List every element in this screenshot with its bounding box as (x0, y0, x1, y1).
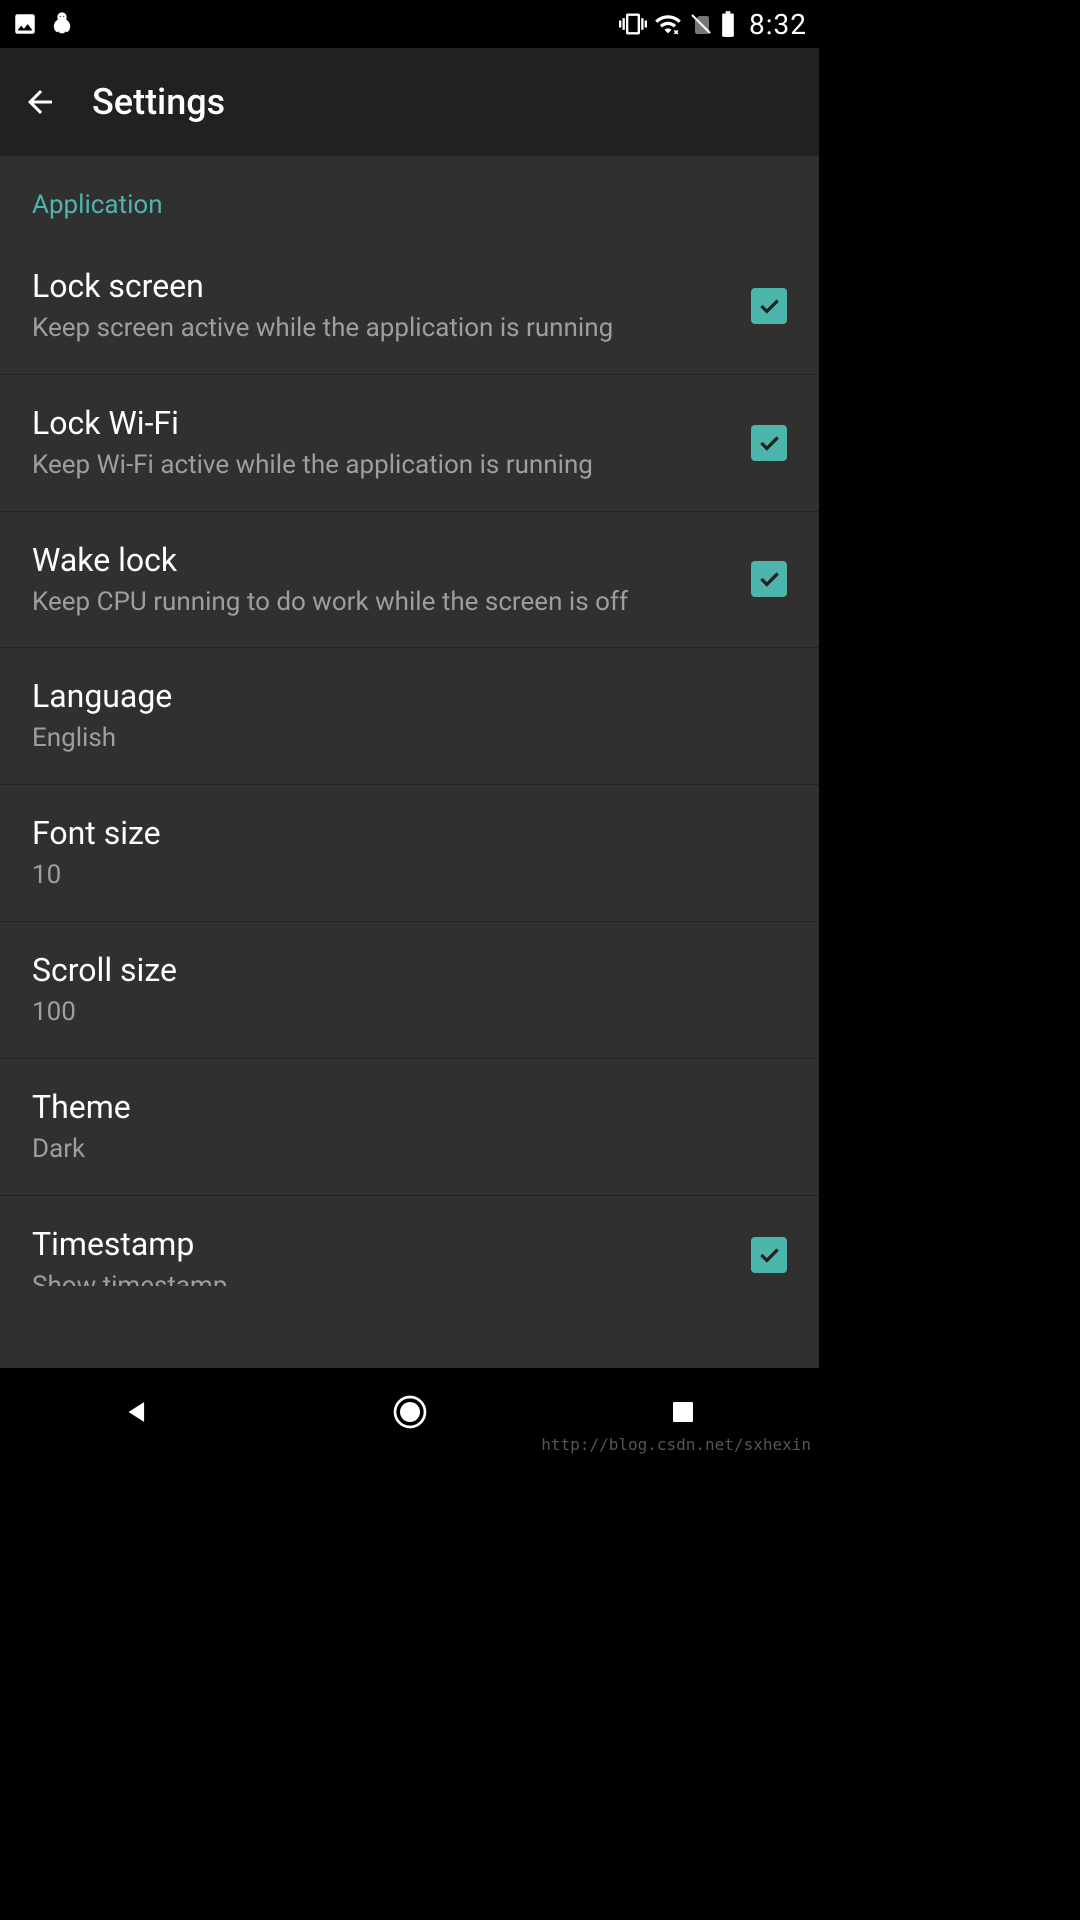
check-icon (756, 566, 782, 592)
checkbox-lock-wifi[interactable] (751, 425, 787, 461)
pref-wake-lock[interactable]: Wake lock Keep CPU running to do work wh… (0, 512, 819, 649)
nav-home-button[interactable] (350, 1382, 470, 1442)
check-icon (756, 1242, 782, 1268)
checkbox-lock-screen[interactable] (751, 288, 787, 324)
pref-sub: Keep screen active while the application… (32, 312, 727, 346)
square-recents-icon (668, 1397, 698, 1427)
penguin-icon (48, 10, 76, 38)
pref-title: Wake lock (32, 540, 727, 580)
pref-timestamp[interactable]: Timestamp Show timestamp (0, 1196, 819, 1286)
pref-scroll-size[interactable]: Scroll size 100 (0, 922, 819, 1059)
back-arrow-icon (22, 84, 58, 120)
pref-theme[interactable]: Theme Dark (0, 1059, 819, 1196)
pref-sub: Keep Wi-Fi active while the application … (32, 449, 727, 483)
check-icon (756, 293, 782, 319)
pref-sub: Dark (32, 1133, 787, 1167)
app-bar: Settings (0, 48, 819, 156)
triangle-back-icon (120, 1395, 154, 1429)
pref-sub: English (32, 722, 787, 756)
pref-sub: Show timestamp (32, 1270, 727, 1286)
check-icon (756, 430, 782, 456)
pref-title: Lock Wi-Fi (32, 403, 727, 443)
checkbox-wake-lock[interactable] (751, 561, 787, 597)
battery-icon (719, 10, 737, 38)
pref-sub: 10 (32, 859, 787, 893)
checkbox-timestamp[interactable] (751, 1237, 787, 1273)
pref-language[interactable]: Language English (0, 648, 819, 785)
section-header-application: Application (0, 156, 819, 238)
status-time: 8:32 (749, 8, 807, 41)
image-icon (12, 11, 38, 37)
navigation-bar: http://blog.csdn.net/sxhexin (0, 1368, 819, 1456)
status-bar: 8:32 (0, 0, 819, 48)
pref-title: Font size (32, 813, 787, 853)
pref-title: Lock screen (32, 266, 727, 306)
page-title: Settings (92, 81, 225, 123)
no-sim-icon (689, 10, 713, 38)
back-button[interactable] (16, 78, 64, 126)
settings-list[interactable]: Application Lock screen Keep screen acti… (0, 156, 819, 1368)
wifi-icon (653, 10, 683, 38)
pref-title: Scroll size (32, 950, 787, 990)
pref-title: Language (32, 676, 787, 716)
vibrate-icon (619, 10, 647, 38)
nav-recents-button[interactable] (623, 1382, 743, 1442)
pref-title: Theme (32, 1087, 787, 1127)
circle-home-icon (390, 1392, 430, 1432)
pref-font-size[interactable]: Font size 10 (0, 785, 819, 922)
pref-title: Timestamp (32, 1224, 727, 1264)
nav-back-button[interactable] (77, 1382, 197, 1442)
pref-lock-wifi[interactable]: Lock Wi-Fi Keep Wi-Fi active while the a… (0, 375, 819, 512)
pref-sub: 100 (32, 996, 787, 1030)
pref-lock-screen[interactable]: Lock screen Keep screen active while the… (0, 238, 819, 375)
watermark: http://blog.csdn.net/sxhexin (541, 1435, 811, 1454)
pref-sub: Keep CPU running to do work while the sc… (32, 586, 727, 620)
